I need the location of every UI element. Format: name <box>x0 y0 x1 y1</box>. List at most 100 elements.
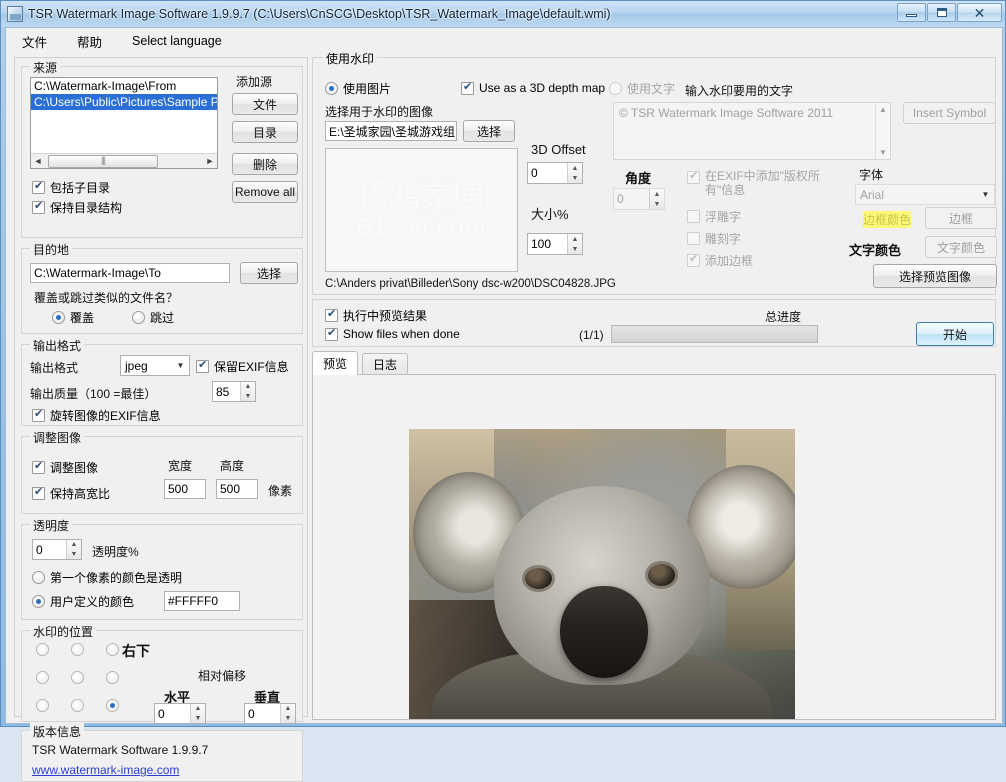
output-format-label: 输出格式 <box>30 361 79 375</box>
minimize-button[interactable] <box>897 3 926 22</box>
angle-spinner[interactable]: 0 ▲ ▼ <box>613 188 665 210</box>
use-text-radio[interactable]: 使用文字 <box>609 80 675 97</box>
spinner-buttons[interactable]: ▲ ▼ <box>240 382 255 401</box>
scroll-right-icon[interactable]: ► <box>203 156 217 166</box>
checkbox-icon <box>687 210 700 223</box>
choose-preview-image-button[interactable]: 选择预览图像 <box>873 264 997 288</box>
resize-image-checkbox[interactable]: 调整图像 <box>32 459 98 476</box>
scroll-left-icon[interactable]: ◄ <box>31 156 45 166</box>
checkbox-icon <box>32 485 45 500</box>
watermark-text-area[interactable]: © TSR Watermark Image Software 2011 ▲ ▼ <box>613 102 891 160</box>
include-subdirs-checkbox[interactable]: 包括子目录 <box>32 179 110 196</box>
font-value: Arial <box>860 187 885 202</box>
user-color-input[interactable]: #FFFFF0 <box>164 591 240 611</box>
resize-image-label: 调整图像 <box>50 461 99 475</box>
size-label: 大小% <box>531 207 569 222</box>
use-image-radio[interactable]: 使用图片 <box>325 80 391 97</box>
total-progress-label: 总进度 <box>765 310 802 324</box>
first-pixel-radio[interactable]: 第一个像素的颜色是透明 <box>32 569 182 586</box>
position-cell-0[interactable] <box>36 643 49 656</box>
vertical-offset-spinner[interactable]: 0 ▲ ▼ <box>244 703 296 724</box>
position-cell-3[interactable] <box>36 671 49 684</box>
minimize-icon <box>906 14 917 17</box>
destination-path-input[interactable]: C:\Watermark-Image\To <box>30 263 230 283</box>
position-cell-5[interactable] <box>106 671 119 684</box>
chevron-down-icon[interactable]: ▼ <box>977 190 994 199</box>
remove-all-button[interactable]: Remove all <box>232 181 298 203</box>
version-legend: 版本信息 <box>30 723 85 740</box>
preview-while-running-checkbox[interactable]: 执行中预览结果 <box>325 307 427 324</box>
spinner-buttons[interactable]: ▲ ▼ <box>567 234 582 254</box>
exif-copyright-checkbox[interactable]: 在EXIF中添加"版权所有"信息 <box>687 169 837 198</box>
keep-structure-checkbox[interactable]: 保持目录结构 <box>32 199 122 216</box>
position-cell-6[interactable] <box>36 699 49 712</box>
destination-select-button[interactable]: 选择 <box>240 262 298 284</box>
maximize-button[interactable] <box>927 3 956 22</box>
spinner-up-icon: ▲ <box>284 705 292 713</box>
add-border-checkbox[interactable]: 添加边框 <box>687 252 753 269</box>
version-text: TSR Watermark Software 1.9.9.7 <box>32 743 209 757</box>
textarea-vscrollbar[interactable]: ▲ ▼ <box>875 103 890 159</box>
keep-ratio-checkbox[interactable]: 保持高宽比 <box>32 485 110 502</box>
insert-symbol-button[interactable]: Insert Symbol <box>903 102 996 124</box>
position-cell-2[interactable] <box>106 643 119 656</box>
depth-map-checkbox[interactable]: Use as a 3D depth map <box>461 80 605 95</box>
output-format-group: 输出格式 输出格式 jpeg ▼ 保留EXIF信息 输出质量（100 =最佳） … <box>21 337 303 426</box>
close-button[interactable]: ✕ <box>957 3 1002 22</box>
overwrite-radio[interactable]: 覆盖 <box>52 309 94 326</box>
transparency-spinner[interactable]: 0 ▲ ▼ <box>32 539 82 560</box>
menu-item-help[interactable]: 帮助 <box>75 30 104 53</box>
spinner-buttons[interactable]: ▲ ▼ <box>649 189 664 209</box>
output-format-select[interactable]: jpeg ▼ <box>120 355 190 376</box>
watermark-image-path-input[interactable]: E:\圣城家园\圣城游戏组 <box>325 121 457 141</box>
position-cell-8[interactable] <box>106 699 119 712</box>
rotate-exif-checkbox[interactable]: 旋转图像的EXIF信息 <box>32 407 161 424</box>
position-cell-1[interactable] <box>71 643 84 656</box>
emboss-checkbox[interactable]: 浮雕字 <box>687 208 741 225</box>
user-color-radio[interactable]: 用户定义的颜色 <box>32 593 134 610</box>
spinner-buttons[interactable]: ▲ ▼ <box>190 704 205 723</box>
horizontal-offset-spinner[interactable]: 0 ▲ ▼ <box>154 703 206 724</box>
use-image-label: 使用图片 <box>343 82 392 96</box>
output-format-value: jpeg <box>125 358 148 373</box>
output-quality-spinner[interactable]: 85 ▲ ▼ <box>212 381 256 402</box>
watermark-select-image-button[interactable]: 选择 <box>463 120 515 142</box>
tab-preview[interactable]: 预览 <box>312 351 359 375</box>
menu-item-select-language[interactable]: Select language <box>130 32 224 50</box>
source-list[interactable]: C:\Watermark-Image\From C:\Users\Public\… <box>30 77 218 169</box>
chevron-down-icon[interactable]: ▼ <box>172 361 189 370</box>
spinner-down-icon: ▼ <box>244 392 252 400</box>
spinner-buttons[interactable]: ▲ ▼ <box>567 163 582 183</box>
list-item[interactable]: C:\Watermark-Image\From <box>31 78 217 94</box>
list-item[interactable]: C:\Users\Public\Pictures\Sample Pict <box>31 94 217 110</box>
spinner-buttons[interactable]: ▲ ▼ <box>66 540 81 559</box>
start-button[interactable]: 开始 <box>916 322 994 346</box>
skip-radio[interactable]: 跳过 <box>132 309 174 326</box>
website-link[interactable]: www.watermark-image.com <box>32 763 179 777</box>
size-spinner[interactable]: 100 ▲ ▼ <box>527 233 583 255</box>
border-button[interactable]: 边框 <box>925 207 997 229</box>
add-file-button[interactable]: 文件 <box>232 93 298 115</box>
keep-exif-checkbox[interactable]: 保留EXIF信息 <box>196 358 289 375</box>
engrave-checkbox[interactable]: 雕刻字 <box>687 230 741 247</box>
text-color-button[interactable]: 文字颜色 <box>925 236 997 258</box>
menu-item-file[interactable]: 文件 <box>20 30 49 53</box>
offset-spinner[interactable]: 0 ▲ ▼ <box>527 162 583 184</box>
koala-nose <box>559 585 649 679</box>
first-pixel-label: 第一个像素的颜色是透明 <box>50 571 183 585</box>
width-input[interactable]: 500 <box>164 479 206 499</box>
delete-button[interactable]: 删除 <box>232 153 298 175</box>
add-folder-button[interactable]: 目录 <box>232 121 298 143</box>
tab-log[interactable]: 日志 <box>362 353 409 374</box>
position-cell-7[interactable] <box>71 699 84 712</box>
source-list-hscrollbar[interactable]: ◄ ► <box>31 153 217 168</box>
radio-icon <box>32 595 45 608</box>
koala-eye-left <box>524 567 552 590</box>
use-text-label: 使用文字 <box>627 82 676 96</box>
spinner-buttons[interactable]: ▲ ▼ <box>280 704 295 723</box>
font-select[interactable]: Arial ▼ <box>855 184 995 205</box>
show-files-when-done-checkbox[interactable]: Show files when done <box>325 326 460 341</box>
scroll-thumb[interactable] <box>48 154 158 168</box>
height-input[interactable]: 500 <box>216 479 258 499</box>
position-cell-4[interactable] <box>71 671 84 684</box>
